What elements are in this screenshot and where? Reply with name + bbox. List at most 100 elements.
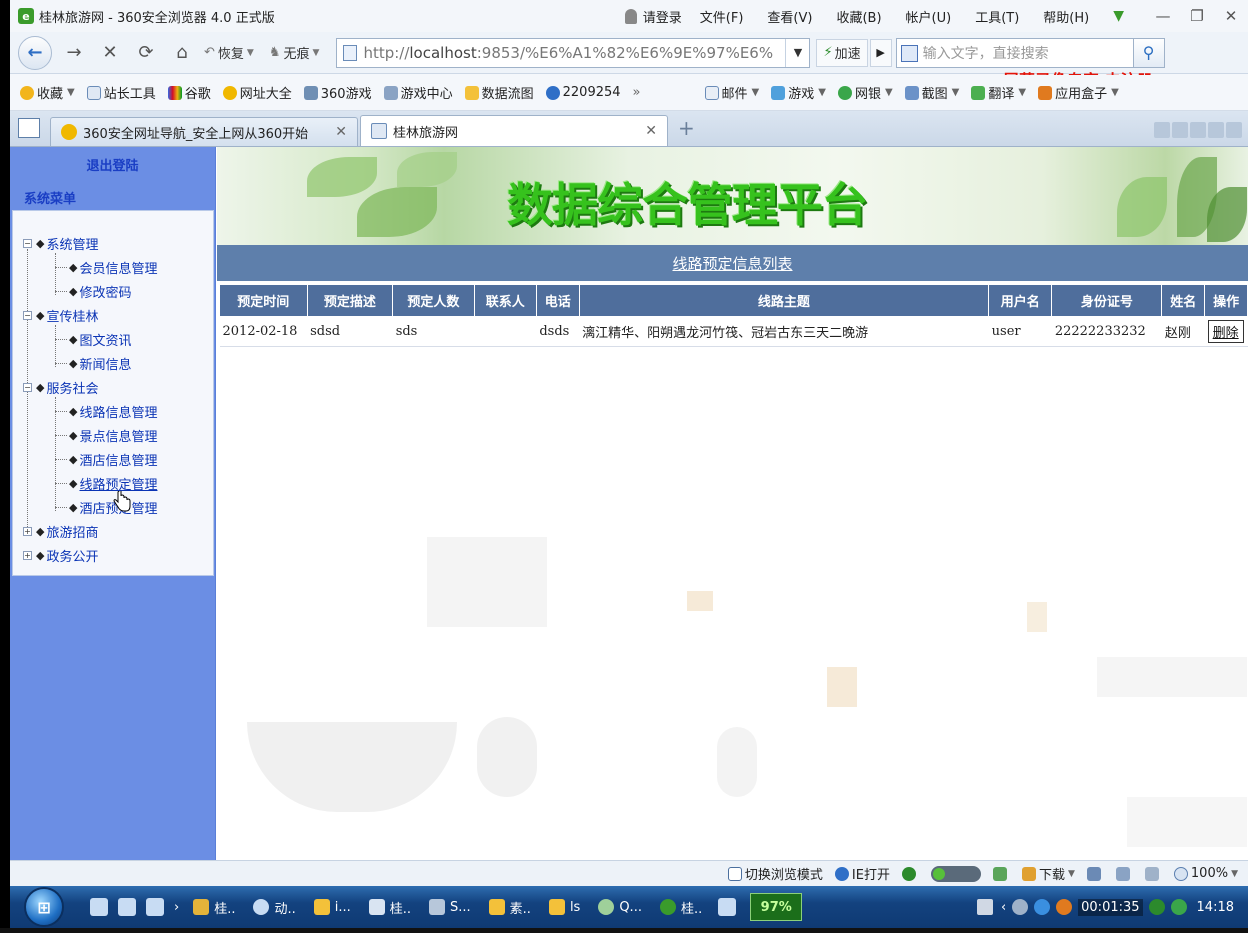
- task-q[interactable]: Q...: [598, 899, 642, 915]
- task-ls[interactable]: ls: [548, 899, 580, 915]
- collapse-icon[interactable]: −: [23, 238, 32, 248]
- menu-help[interactable]: 帮助(H): [1043, 7, 1089, 26]
- toggle-switch[interactable]: [930, 865, 981, 882]
- menu-favorites[interactable]: 收藏(B): [836, 7, 881, 26]
- refresh-button[interactable]: ⟳: [132, 39, 160, 67]
- minimize-button[interactable]: —: [1146, 7, 1180, 25]
- fav-game-center[interactable]: 游戏中心: [383, 83, 453, 102]
- fav-app-box[interactable]: 应用盒子 ▼: [1038, 83, 1119, 102]
- power-icon[interactable]: [976, 899, 993, 915]
- task-guilin-browser[interactable]: 桂..: [659, 898, 702, 917]
- sidebar-toggle-icon[interactable]: [18, 118, 40, 138]
- search-button[interactable]: ⚲: [1132, 37, 1165, 68]
- home-button[interactable]: ⌂: [168, 39, 196, 67]
- app-tray-icon[interactable]: [1056, 899, 1073, 915]
- list-title-link[interactable]: 线路预定信息列表: [672, 253, 792, 274]
- task-material[interactable]: 素..: [488, 898, 531, 917]
- fav-bank[interactable]: 网银 ▼: [837, 83, 893, 102]
- fav-360-games[interactable]: 360游戏: [303, 83, 372, 102]
- start-button[interactable]: ⊞: [20, 886, 68, 928]
- fav-translate[interactable]: 翻译 ▼: [971, 83, 1026, 102]
- address-bar[interactable]: http://localhost:9853/%E6%A1%82%E6%9E%97…: [336, 37, 811, 68]
- accelerate-button[interactable]: ⚡ 加速: [816, 38, 868, 67]
- network-icon[interactable]: [1012, 899, 1029, 915]
- skin-icon[interactable]: ▼: [1113, 8, 1124, 24]
- login-link[interactable]: 请登录: [624, 7, 682, 26]
- tab-tool-icon[interactable]: [1172, 122, 1188, 138]
- desktop-icon[interactable]: [118, 898, 136, 916]
- menu-view[interactable]: 查看(V): [767, 7, 812, 26]
- tab-menu-icon[interactable]: [1208, 122, 1224, 138]
- task-s[interactable]: S...: [429, 899, 471, 915]
- close-button[interactable]: ✕: [1214, 7, 1248, 25]
- sidebar-item-change-password[interactable]: ◆ 修改密码: [55, 281, 131, 301]
- task-dynamic[interactable]: 动..: [253, 898, 296, 917]
- chevron-right-icon[interactable]: ›: [174, 900, 179, 915]
- fav-screenshot[interactable]: 截图 ▼: [904, 83, 959, 102]
- back-button[interactable]: ←: [18, 35, 52, 70]
- tab-close-all-icon[interactable]: [1226, 122, 1242, 138]
- fav-overflow[interactable]: »: [633, 85, 641, 100]
- ie-icon[interactable]: [90, 898, 108, 916]
- fav-favorites[interactable]: 收藏 ▼: [20, 83, 75, 102]
- task-guilin-1[interactable]: 桂..: [193, 898, 235, 917]
- sidebar-item-scenic-info[interactable]: ◆ 景点信息管理: [55, 425, 157, 445]
- chevron-left-icon[interactable]: ‹: [1001, 900, 1006, 915]
- url-text[interactable]: http://localhost:9853/%E6%A1%82%E6%9E%97…: [363, 44, 793, 62]
- task-guilin-2[interactable]: 桂..: [368, 898, 411, 917]
- stats-button[interactable]: [992, 866, 1010, 881]
- close-tab-icon[interactable]: ✕: [645, 123, 657, 139]
- new-tab-icon[interactable]: +: [678, 116, 695, 140]
- fav-url-directory[interactable]: 网址大全: [222, 83, 292, 102]
- fav-mail[interactable]: 邮件 ▼: [704, 83, 759, 102]
- sidebar-item-news-info[interactable]: ◆ 新闻信息: [55, 353, 131, 373]
- tree-group-promote-guilin[interactable]: − ◆ 宣传桂林: [23, 305, 98, 325]
- maximize-button[interactable]: ❐: [1180, 7, 1214, 25]
- incognito-button[interactable]: ♞ 无痕 ▼: [269, 43, 323, 62]
- shield-icon[interactable]: [1170, 899, 1187, 915]
- sidebar-item-member-info[interactable]: ◆ 会员信息管理: [55, 257, 157, 277]
- ie-open-button[interactable]: IE打开: [834, 864, 890, 883]
- fav-webmaster-tools[interactable]: 站长工具: [86, 83, 156, 102]
- zoom-control[interactable]: 100% ▼: [1173, 866, 1238, 881]
- window-status[interactable]: [1115, 866, 1133, 881]
- address-dropdown-icon[interactable]: ▼: [785, 38, 809, 67]
- expand-icon[interactable]: +: [23, 550, 32, 560]
- menu-tools[interactable]: 工具(T): [975, 7, 1019, 26]
- collapse-icon[interactable]: −: [23, 310, 32, 320]
- tab-guilin-travel[interactable]: 桂林旅游网 ✕: [360, 115, 668, 146]
- stop-button[interactable]: ✕: [96, 39, 124, 67]
- volume-button[interactable]: [1144, 866, 1162, 881]
- collapse-icon[interactable]: −: [23, 382, 32, 392]
- delete-button[interactable]: 删除: [1207, 320, 1244, 343]
- download-button[interactable]: 下载 ▼: [1021, 864, 1075, 883]
- tree-group-system[interactable]: − ◆ 系统管理: [23, 233, 98, 253]
- tab-360-navigation[interactable]: 360安全网址导航_安全上网从360开始 ✕: [50, 117, 358, 146]
- close-tab-icon[interactable]: ✕: [335, 124, 347, 140]
- switch-mode-button[interactable]: 切换浏览模式: [727, 864, 823, 883]
- fav-2209254[interactable]: 2209254: [545, 85, 621, 100]
- fav-games[interactable]: 游戏 ▼: [771, 83, 826, 102]
- menu-account[interactable]: 帐户(U): [906, 7, 952, 26]
- search-input[interactable]: 输入文字，直接搜索: [895, 37, 1134, 68]
- logout-link[interactable]: 退出登陆: [10, 155, 215, 174]
- search-engine-icon[interactable]: [900, 44, 918, 62]
- tab-tool-icon[interactable]: [1190, 122, 1206, 138]
- fav-google[interactable]: 谷歌: [167, 83, 211, 102]
- window-icon[interactable]: [718, 898, 737, 916]
- sidebar-item-route-info[interactable]: ◆ 线路信息管理: [55, 401, 157, 421]
- sidebar-item-route-booking[interactable]: ◆ 线路预定管理: [55, 473, 157, 493]
- sidebar-item-hotel-info[interactable]: ◆ 酒店信息管理: [55, 449, 157, 469]
- fav-data-flow[interactable]: 数据流图: [464, 83, 534, 102]
- play-icon[interactable]: ▶: [869, 38, 892, 67]
- tab-tool-icon[interactable]: [1154, 122, 1170, 138]
- sidebar-item-hotel-booking[interactable]: ◆ 酒店预定管理: [55, 497, 157, 517]
- tree-group-social-service[interactable]: − ◆ 服务社会: [23, 377, 98, 397]
- mode-toggle[interactable]: [930, 865, 981, 882]
- qq-icon[interactable]: [1034, 899, 1051, 915]
- switch-windows-icon[interactable]: [146, 898, 164, 916]
- shield-status[interactable]: [901, 866, 919, 881]
- task-i[interactable]: i...: [313, 899, 351, 915]
- tree-group-investment[interactable]: + ◆ 旅游招商: [23, 521, 98, 541]
- save-status[interactable]: [1086, 866, 1104, 881]
